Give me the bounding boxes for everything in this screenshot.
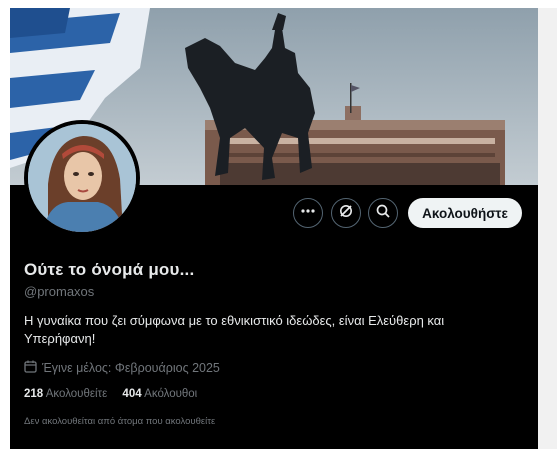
username-handle: @promaxos: [24, 284, 95, 299]
profile-avatar[interactable]: [24, 120, 140, 236]
grok-icon: [338, 203, 354, 224]
search-icon: [375, 203, 391, 224]
followed-by-note: Δεν ακολουθείται από άτομα που ακολουθεί…: [24, 416, 216, 427]
calendar-icon: [24, 360, 37, 376]
profile-bio: Η γυναίκα που ζει σύμφωνα με το εθνικιστ…: [24, 313, 445, 346]
profile-card: Ακολουθήστε Ούτε το όνομά μου... @promax…: [10, 8, 538, 449]
search-profile-button[interactable]: [368, 198, 398, 228]
follow-button[interactable]: Ακολουθήστε: [408, 198, 522, 228]
screenshot-frame: Ακολουθήστε Ούτε το όνομά μου... @promax…: [0, 0, 557, 455]
following-label: Ακολουθείτε: [45, 388, 108, 400]
display-name: Ούτε το όνομά μου...: [24, 260, 195, 279]
more-icon: [300, 203, 316, 224]
scrollbar[interactable]: [538, 8, 557, 449]
following-link[interactable]: 218 Ακολουθείτε: [24, 388, 107, 400]
followers-link[interactable]: 404 Ακόλουθοι: [122, 388, 197, 400]
follow-stats: 218 Ακολουθείτε 404 Ακόλουθοι: [24, 388, 209, 400]
joined-date: Έγινε μέλος: Φεβρουάριος 2025: [24, 360, 220, 376]
more-options-button[interactable]: [293, 198, 323, 228]
grok-button[interactable]: [331, 198, 361, 228]
joined-text: Έγινε μέλος: Φεβρουάριος 2025: [42, 361, 220, 375]
followers-label: Ακόλουθοι: [144, 388, 198, 400]
followers-count: 404: [122, 388, 142, 400]
avatar-image: [28, 124, 136, 232]
following-count: 218: [24, 388, 44, 400]
